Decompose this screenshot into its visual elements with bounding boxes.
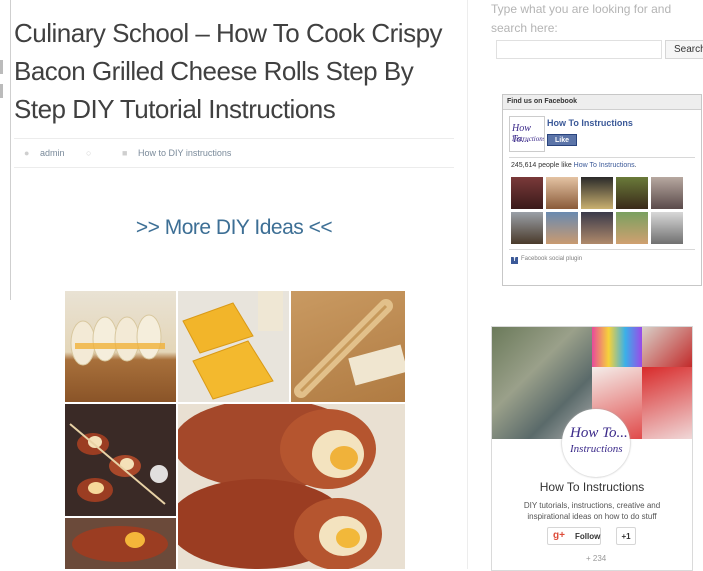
left-edge-panel [0,0,11,300]
facebook-plugin-footer: f Facebook social plugin [511,256,582,264]
bacon-rolls-illustration [178,404,382,569]
facebook-plugin-label: Facebook social plugin [521,256,583,262]
like-count-text: 245,614 people like [511,162,574,169]
fan-avatar[interactable] [616,177,648,209]
facebook-like-count: 245,614 people like How To Instructions. [511,162,637,169]
fan-avatar[interactable] [546,212,578,244]
google-plus-page-name[interactable]: How To Instructions [492,480,692,494]
avatar-text-line1: How To... [570,425,628,441]
google-plus-avatar[interactable]: How To... Instructions [562,409,630,477]
facebook-box-header: Find us on Facebook [503,95,701,110]
fan-avatar[interactable] [581,212,613,244]
like-count-suffix: . [634,162,637,169]
cover-tile-colors [592,327,642,367]
collage-photo-cheese [178,291,289,402]
post-title: Culinary School – How To Cook Crispy Bac… [14,18,443,124]
more-diy-ideas-link[interactable]: >> More DIY Ideas << [14,216,454,240]
like-count-page-link[interactable]: How To Instructions [574,162,635,169]
avatar-text-line2: Instructions [570,443,623,455]
author-link[interactable]: admin [40,148,65,158]
google-plus-badge: How To... Instructions How To Instructio… [491,326,693,571]
comments-icon: ○ [86,148,92,158]
logo-text-line2: Instructions [512,135,545,143]
fan-avatar[interactable] [511,177,543,209]
content-sidebar-divider [467,0,468,569]
cheese-illustration [182,291,283,400]
google-plus-one-button[interactable]: +1 [616,527,636,545]
post-image-collage[interactable] [65,291,405,569]
category-link[interactable]: How to DIY instructions [138,148,231,158]
cover-tile-heart-card [642,367,692,439]
rolls-illustration [70,314,165,366]
facebook-page-name-link[interactable]: How To Instructions [547,118,633,128]
collage-photo-skewers [65,404,176,516]
collage-photo-rolls-plate [65,518,176,569]
main-content: Culinary School – How To Cook Crispy Bac… [14,0,454,569]
fan-avatar[interactable] [581,177,613,209]
collage-photo-bacon-rolls-closeup [178,404,405,569]
fan-avatar[interactable] [511,212,543,244]
cover-tile-nails [642,327,692,367]
google-plus-description: DIY tutorials, instructions, creative an… [523,501,661,521]
google-plus-follow-button[interactable]: g+ Follow [547,527,601,545]
fan-avatar[interactable] [651,212,683,244]
search-button[interactable]: Search [665,40,703,59]
collage-photo-rolls [65,291,176,402]
fan-avatar[interactable] [651,177,683,209]
rolling-pin-illustration [294,299,405,398]
search-label: Type what you are looking for and search… [491,2,672,35]
facebook-separator [509,249,695,250]
post-meta: ● admin ○ ■ How to DIY instructions [14,138,454,168]
collage-photo-rolling-pin [291,291,405,402]
facebook-separator [509,157,695,158]
facebook-page-logo[interactable]: How To... Instructions [509,116,545,152]
edge-marker [0,60,3,74]
search-input[interactable] [496,40,662,59]
fan-avatar[interactable] [616,212,648,244]
plate-illustration [72,526,168,562]
fan-avatar[interactable] [546,177,578,209]
author-icon: ● [24,148,30,158]
facebook-like-box: Find us on Facebook How To... Instructio… [502,94,702,286]
skewers-illustration [69,423,168,505]
category-icon: ■ [122,148,128,158]
facebook-like-button[interactable]: Like [547,134,577,146]
edge-marker [0,84,3,98]
google-plus-icon: g+ [553,530,565,541]
facebook-icon: f [511,257,518,264]
follow-label: Follow [575,532,601,541]
google-plus-follower-count: + 234 [586,554,607,563]
facebook-like-label: Like [554,137,569,144]
